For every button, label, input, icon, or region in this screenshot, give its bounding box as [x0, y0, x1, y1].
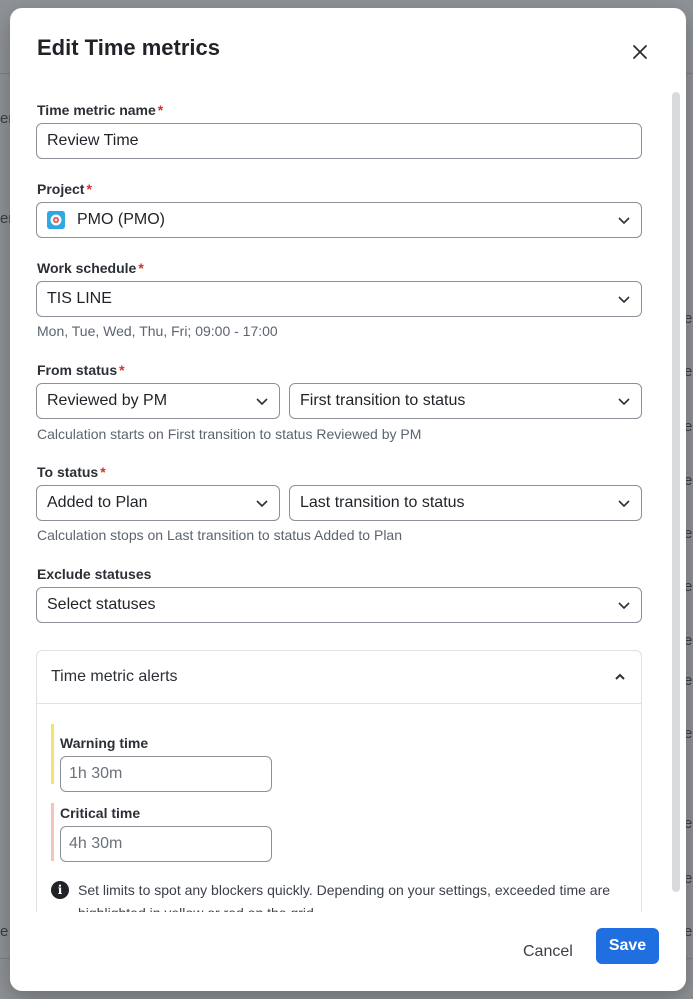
project-label: Project * [37, 181, 92, 197]
required-marker: * [157, 102, 164, 118]
exclude-statuses-select[interactable]: Select statuses [36, 587, 642, 623]
to-status-hint: Calculation stops on Last transition to … [37, 527, 403, 543]
chevron-down-icon [256, 398, 268, 406]
critical-time-label: Critical time [60, 805, 141, 821]
work-schedule-label: Work schedule * [37, 260, 144, 276]
required-marker: * [138, 260, 144, 276]
chevron-up-icon [615, 673, 625, 680]
info-icon: i [51, 881, 69, 899]
to-status-label: To status * [37, 464, 106, 480]
chevron-down-icon [618, 217, 630, 225]
time-metric-name-value: Review Time [47, 132, 139, 149]
time-metric-name-input[interactable]: Review Time [36, 123, 642, 159]
from-status-label: From status * [37, 362, 125, 378]
critical-indicator-bar [51, 803, 54, 861]
required-marker: * [119, 362, 125, 378]
warning-time-label: Warning time [60, 735, 149, 751]
critical-time-placeholder: 4h 30m [69, 835, 123, 852]
project-avatar-icon [47, 211, 65, 229]
work-schedule-select[interactable]: TIS LINE [36, 281, 642, 317]
dialog-body: Time metric name * Review Time Project * P… [10, 88, 670, 912]
from-status-hint: Calculation starts on First transition t… [37, 426, 422, 442]
to-status-select[interactable]: Added to Plan [36, 485, 280, 521]
from-status-value: Reviewed by PM [47, 392, 168, 409]
chevron-down-icon [618, 398, 630, 406]
save-button[interactable]: Save [596, 928, 659, 964]
alerts-info-text: Set limits to spot any blockers quickly.… [78, 882, 611, 912]
alerts-info: i Set limits to spot any blockers quickl… [51, 879, 631, 912]
from-transition-value: First transition to status [300, 392, 466, 409]
to-transition-select[interactable]: Last transition to status [289, 485, 642, 521]
alerts-toggle[interactable]: Time metric alerts [37, 651, 641, 704]
work-schedule-hint: Mon, Tue, Wed, Thu, Fri; 09:00 - 17:00 [37, 323, 278, 339]
dialog-title: Edit Time metrics [37, 35, 220, 60]
from-transition-select[interactable]: First transition to status [289, 383, 642, 419]
background-text: e [0, 923, 9, 940]
required-marker: * [86, 181, 92, 197]
work-schedule-value: TIS LINE [47, 290, 112, 307]
close-icon [633, 45, 647, 59]
cancel-button[interactable]: Cancel [515, 934, 581, 970]
critical-time-input[interactable]: 4h 30m [60, 826, 272, 862]
project-select[interactable]: PMO (PMO) [36, 202, 642, 238]
chevron-down-icon [618, 500, 630, 508]
from-status-select[interactable]: Reviewed by PM [36, 383, 280, 419]
edit-time-metric-dialog: Edit Time metrics Time metric name * Revi… [10, 8, 686, 991]
dialog-scrollbar[interactable] [672, 92, 680, 892]
exclude-statuses-placeholder: Select statuses [47, 596, 156, 613]
to-status-value: Added to Plan [47, 494, 148, 511]
required-marker: * [100, 464, 106, 480]
chevron-down-icon [618, 296, 630, 304]
warning-time-placeholder: 1h 30m [69, 765, 123, 782]
warning-indicator-bar [51, 724, 54, 784]
alerts-title: Time metric alerts [51, 668, 178, 685]
chevron-down-icon [256, 500, 268, 508]
time-metric-name-label: Time metric name * [37, 102, 164, 118]
exclude-statuses-label: Exclude statuses [37, 566, 152, 582]
chevron-down-icon [618, 602, 630, 610]
warning-time-input[interactable]: 1h 30m [60, 756, 272, 792]
close-button[interactable] [626, 38, 654, 66]
to-transition-value: Last transition to status [300, 494, 465, 511]
time-metric-alerts-panel: Time metric alerts Warning time 1h 30m C… [36, 650, 642, 912]
project-value: PMO (PMO) [77, 211, 165, 228]
